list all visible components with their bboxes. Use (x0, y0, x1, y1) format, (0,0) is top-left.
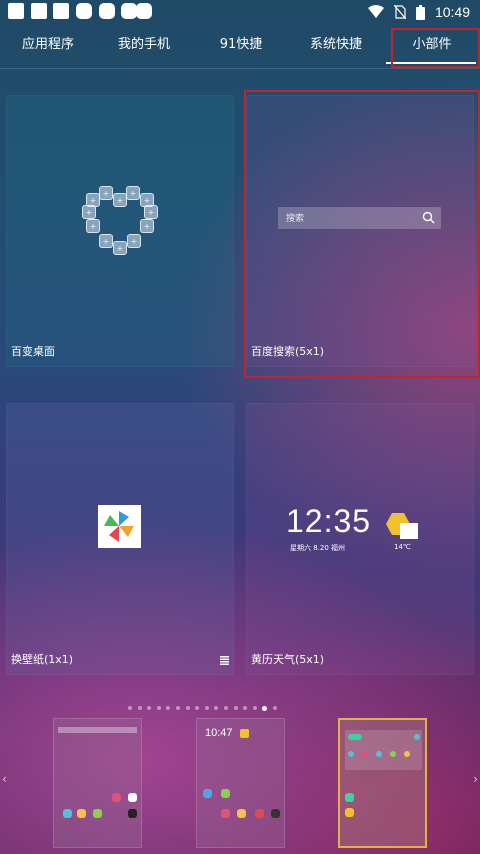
heart-shape-icon: + + + + + + + + + + + + (6, 95, 234, 367)
page-dot (195, 706, 200, 710)
app-icon (414, 734, 420, 740)
app-icon (271, 809, 280, 818)
page-indicator (128, 705, 277, 712)
screen-thumbnail-1[interactable] (53, 718, 142, 848)
weather-cloud-sun-icon (386, 513, 418, 539)
page-dot (185, 706, 190, 710)
app-icon (128, 793, 137, 802)
widget-label: 换壁纸(1x1) (11, 653, 74, 666)
scroll-left-arrow-icon[interactable]: ‹ (2, 772, 7, 786)
tab-91-shortcuts[interactable]: 91快捷 (205, 24, 277, 68)
app-icon (390, 751, 396, 757)
app-icon (348, 734, 362, 740)
selected-tab-indicator (386, 62, 476, 64)
app-icon (404, 751, 410, 757)
notification-icon (8, 3, 24, 19)
preview-time: 12:35 (286, 503, 372, 539)
widget-card-change-wallpaper[interactable]: 换壁纸(1x1) (6, 403, 234, 675)
mini-time: 10:47 (205, 727, 233, 739)
widget-label: 百变桌面 (11, 345, 55, 358)
app-icon (362, 751, 368, 757)
no-sim-icon (393, 5, 406, 19)
notification-icon (76, 3, 92, 19)
status-clock: 10:49 (434, 4, 470, 20)
search-bar-mini (58, 727, 137, 733)
scroll-right-arrow-icon[interactable]: › (473, 772, 478, 786)
app-icon (63, 809, 72, 818)
app-icon (376, 751, 382, 757)
app-icon (221, 809, 230, 818)
notification-icon (31, 3, 47, 19)
page-dot (252, 706, 257, 710)
page-dot-active (262, 705, 268, 711)
page-dot (214, 706, 219, 710)
tab-apps[interactable]: 应用程序 (12, 24, 84, 68)
pinwheel-icon (98, 505, 141, 548)
page-dot (128, 706, 132, 710)
search-placeholder: 搜索 (286, 214, 305, 224)
page-dot (272, 706, 277, 710)
app-icon (345, 808, 354, 817)
page-dot (204, 706, 209, 710)
widget-card-almanac-weather[interactable]: 12:35 星期六 8.20 福州 14℃ 黄历天气(5x1) (246, 403, 474, 675)
wifi-icon (367, 5, 384, 18)
app-icon (237, 809, 246, 818)
app-icon (203, 789, 212, 798)
tab-system-shortcuts[interactable]: 系统快捷 (300, 24, 372, 68)
page-dot (166, 706, 171, 710)
search-icon (422, 211, 435, 224)
app-icon (128, 809, 137, 818)
page-dot (156, 706, 161, 710)
page-dot (147, 706, 152, 710)
app-icon (255, 809, 264, 818)
preview-date: 星期六 8.20 福州 (290, 544, 346, 552)
app-icon (77, 809, 86, 818)
status-bar: 10:49 (0, 0, 480, 24)
preview-temperature: 14℃ (394, 543, 411, 551)
widget-label: 黄历天气(5x1) (251, 653, 325, 666)
app-icon (93, 809, 102, 818)
divider (0, 68, 480, 69)
battery-icon (415, 4, 425, 20)
page-dot (175, 706, 180, 710)
app-icon (348, 751, 354, 757)
page-dot (243, 706, 248, 710)
tab-my-phone[interactable]: 我的手机 (108, 24, 180, 68)
screen-thumbnail-3-selected[interactable] (338, 718, 427, 848)
notification-icon (53, 3, 69, 19)
weather-icon (240, 729, 249, 738)
notification-icon (99, 3, 115, 19)
widget-card-baidu-search[interactable]: 搜索 百度搜索(5x1) (246, 95, 474, 367)
app-icon (221, 789, 230, 798)
notification-icon (136, 3, 152, 19)
search-bar-preview: 搜索 (278, 207, 441, 229)
widget-card-baibian-desktop[interactable]: + + + + + + + + + + + + 百变桌面 (6, 95, 234, 367)
app-icon (345, 793, 354, 802)
grid-icon (220, 656, 229, 665)
notification-icon (121, 3, 137, 19)
page-dot (233, 706, 238, 710)
app-icon (112, 793, 121, 802)
widget-label: 百度搜索(5x1) (251, 345, 325, 358)
screen-thumbnail-2[interactable]: 10:47 (196, 718, 285, 848)
page-dot (223, 706, 228, 710)
page-dot (137, 706, 142, 710)
weather-clock-preview: 12:35 星期六 8.20 福州 14℃ (286, 503, 436, 553)
